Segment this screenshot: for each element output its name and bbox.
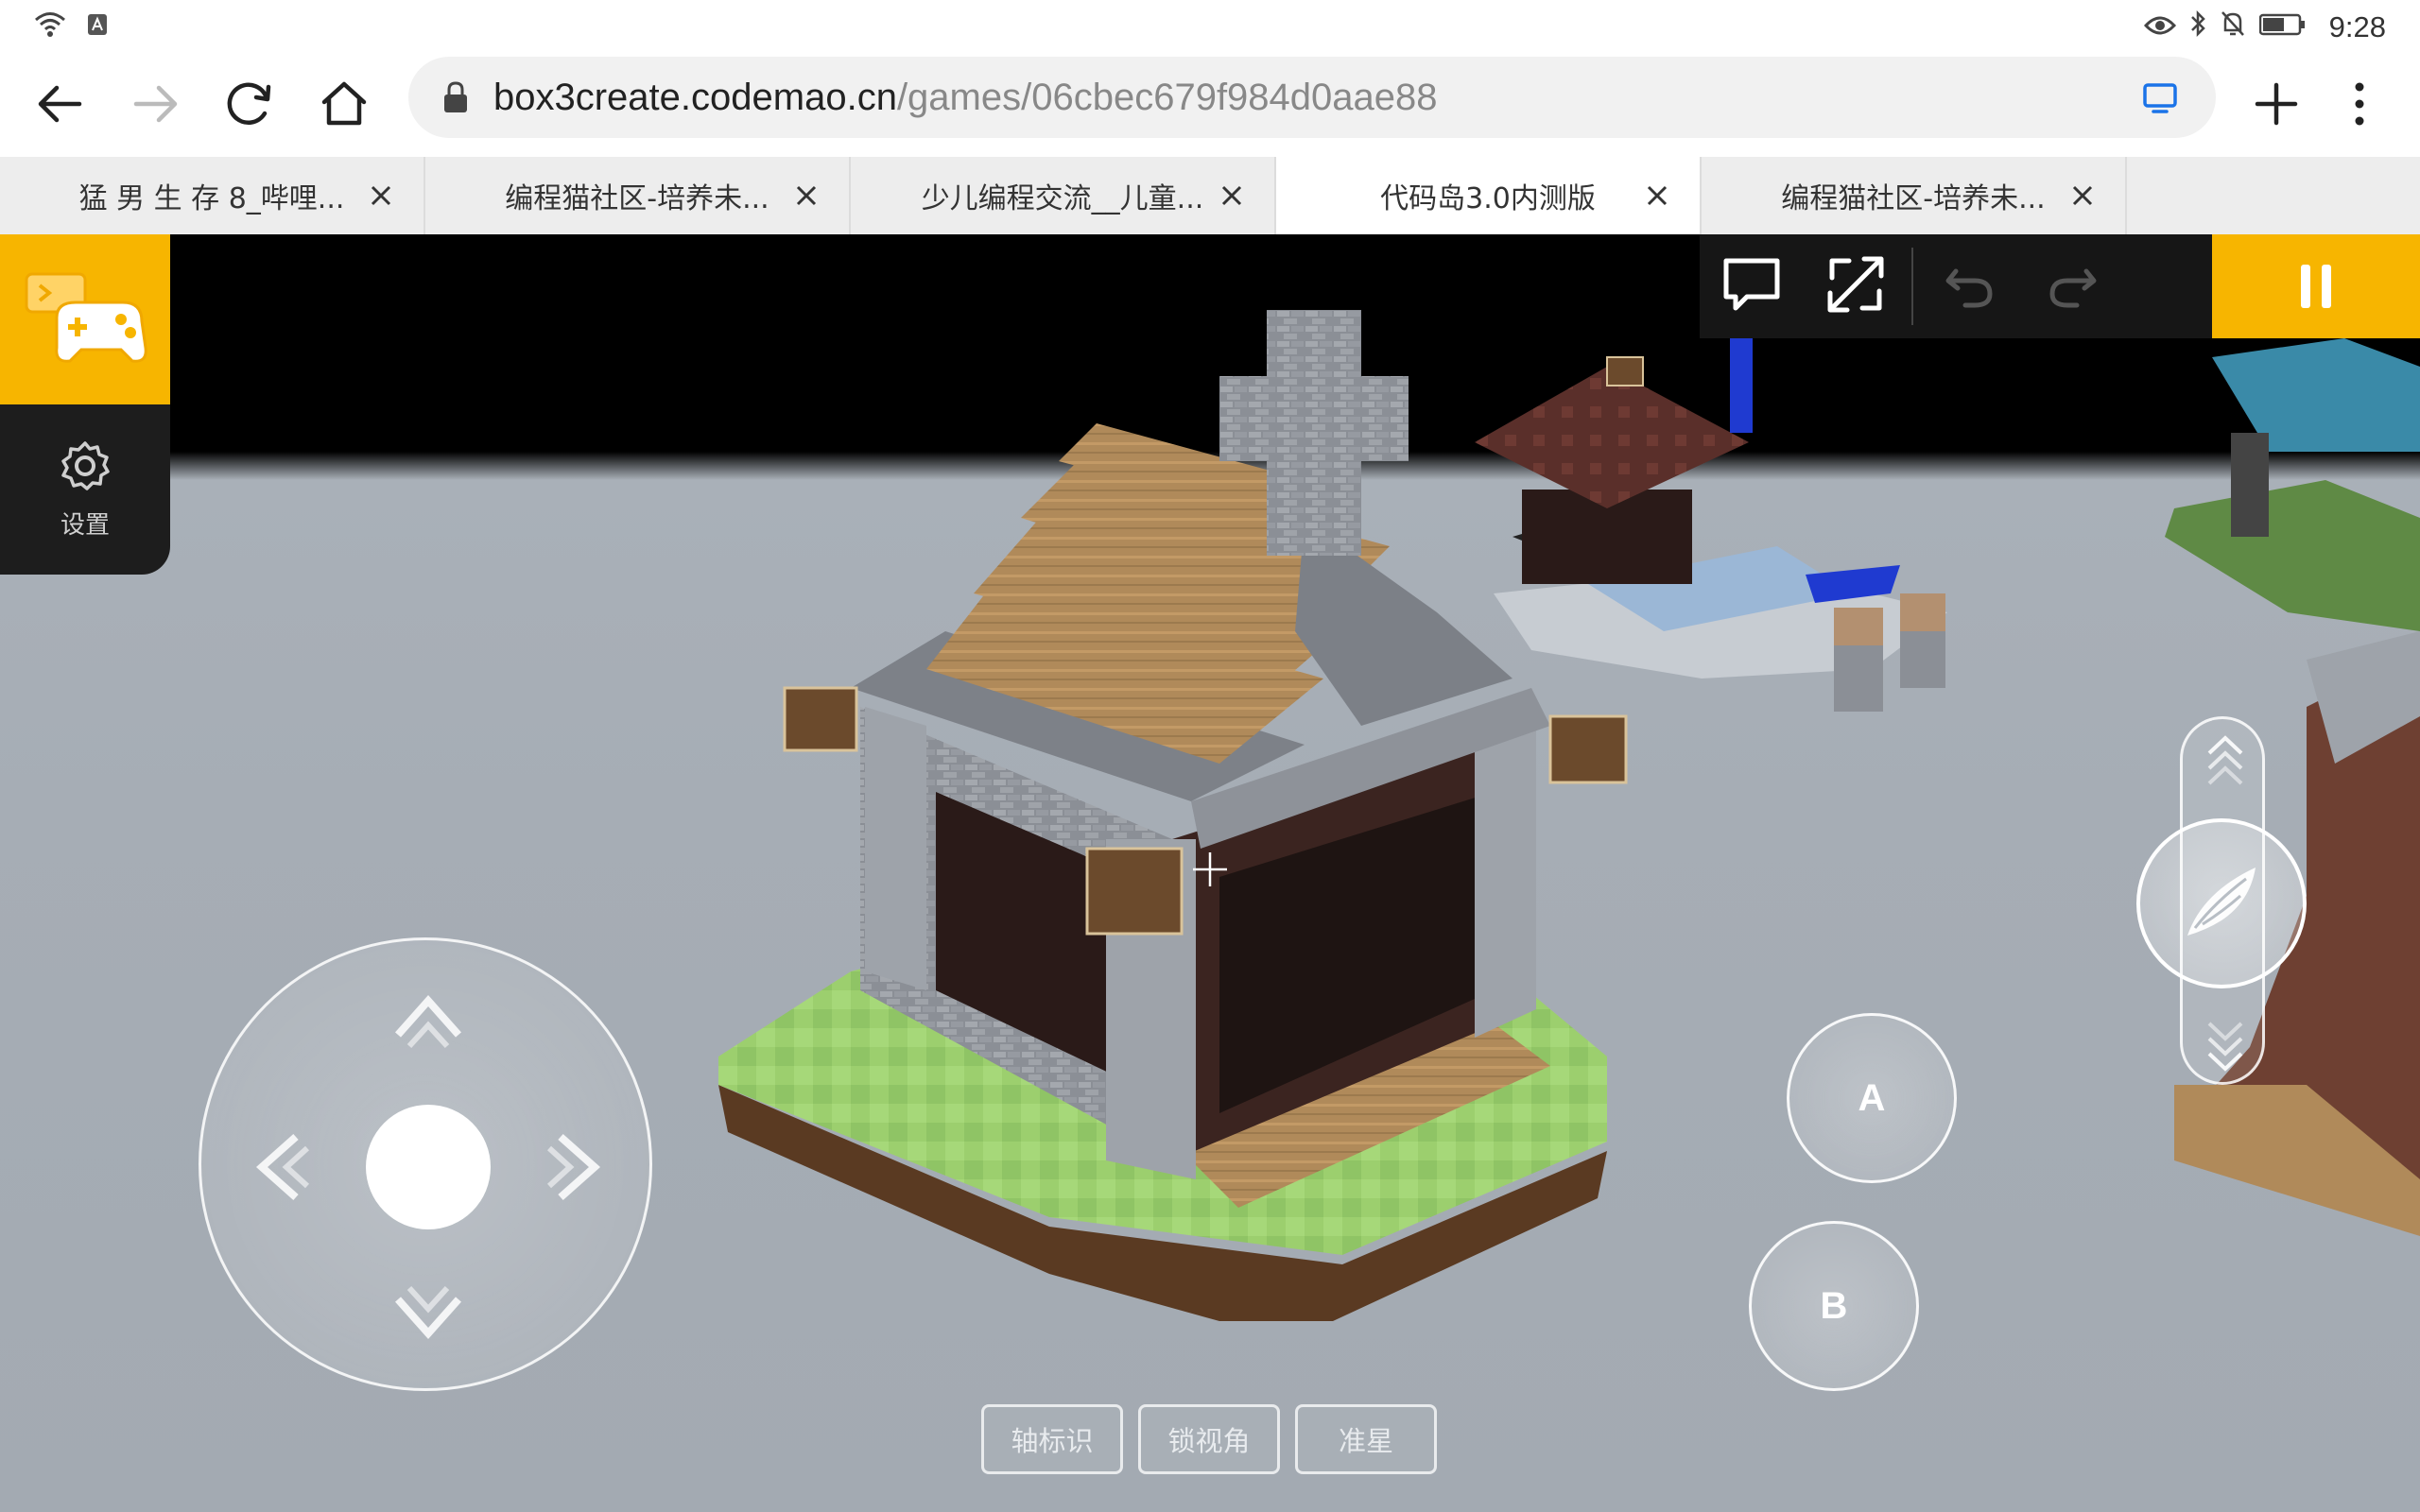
tab-strip: 猛 男 生 存 8_哔哩... 编程猫社区-培养未... 少儿编程交流__儿童.… <box>0 157 2420 234</box>
joystick-knob[interactable] <box>366 1105 491 1229</box>
eye-icon <box>2143 11 2176 44</box>
pagoda-top-block <box>1606 356 1644 387</box>
fly-button[interactable] <box>2136 818 2307 988</box>
crosshair-toggle[interactable]: 准星 <box>1295 1404 1437 1474</box>
keyboard-indicator-icon <box>87 13 108 40</box>
house-pillar <box>1475 726 1536 1038</box>
wifi-icon <box>34 11 66 42</box>
game-viewport[interactable]: 设置 A B 轴标识 锁视角 准星 <box>0 234 2420 1512</box>
more-menu-button[interactable] <box>2322 68 2397 144</box>
chevron-up-icon <box>2207 735 2243 785</box>
back-button[interactable] <box>23 68 98 144</box>
right-island <box>2165 480 2420 631</box>
settings-label: 设置 <box>60 510 110 540</box>
url-text: box3create.codemao.cn/games/06cbec679f98… <box>493 77 1438 119</box>
clock-time: 9:28 <box>2328 10 2386 43</box>
status-left <box>34 11 108 42</box>
far-pillar <box>1900 593 1945 631</box>
more-vertical-icon <box>2350 79 2369 132</box>
far-pillar <box>1834 608 1883 645</box>
pause-button[interactable] <box>2212 234 2420 338</box>
game-toolbar <box>1700 234 2212 338</box>
chevron-right-icon <box>546 1134 601 1200</box>
home-button[interactable] <box>306 68 382 144</box>
arrow-right-icon <box>130 79 180 132</box>
house-pillar <box>865 707 926 990</box>
tab-label: 编程猫社区-培养未... <box>505 182 769 215</box>
url-path: /games/06cbec679f984d0aae88 <box>896 76 1438 118</box>
b-button[interactable]: B <box>1749 1221 1919 1391</box>
undo-icon <box>1943 258 1996 315</box>
tab-codemao-community[interactable]: 编程猫社区-培养未... <box>425 157 851 234</box>
corner-block <box>1085 847 1184 936</box>
toolbar-separator <box>1911 248 1913 325</box>
lock-icon <box>437 78 475 116</box>
tab-bilibili[interactable]: 猛 男 生 存 8_哔哩... <box>0 157 425 234</box>
tab-code-island[interactable]: 代码岛3.0内测版 <box>1276 157 1702 234</box>
corner-block <box>783 686 858 752</box>
arrow-left-icon <box>36 79 85 132</box>
chat-bubble-icon <box>1720 255 1783 318</box>
battery-icon <box>2258 11 2307 44</box>
forward-button[interactable] <box>117 68 193 144</box>
crosshair-icon <box>1193 852 1227 886</box>
chat-button[interactable] <box>1700 234 1804 338</box>
gear-icon <box>59 439 112 496</box>
home-icon <box>320 79 369 132</box>
redo-icon <box>2047 258 2100 315</box>
pause-bar <box>2322 265 2331 308</box>
close-icon[interactable] <box>2065 178 2100 214</box>
right-tree-trunk <box>2231 433 2269 537</box>
chevron-down-icon <box>395 1285 461 1340</box>
tab-label: 猛 男 生 存 8_哔哩... <box>78 182 345 215</box>
settings-button[interactable]: 设置 <box>0 404 170 575</box>
bluetooth-icon <box>2189 9 2206 45</box>
chevron-left-icon <box>255 1134 310 1200</box>
wing-icon <box>2174 854 2269 953</box>
movement-joystick[interactable] <box>199 937 652 1391</box>
expand-icon <box>1826 255 1885 318</box>
game-mode-button[interactable] <box>0 234 170 404</box>
side-panel: 设置 <box>0 234 170 575</box>
pause-bar <box>2301 265 2310 308</box>
pause-icon <box>2295 265 2337 308</box>
tab-kids-coding[interactable]: 少儿编程交流__儿童... <box>851 157 1276 234</box>
a-button[interactable]: A <box>1787 1013 1957 1183</box>
axis-label-toggle[interactable]: 轴标识 <box>981 1404 1123 1474</box>
address-bar[interactable]: box3create.codemao.cn/games/06cbec679f98… <box>408 57 2216 138</box>
mute-icon <box>2220 9 2246 45</box>
gamepad-icon <box>19 261 151 378</box>
browser-toolbar: box3create.codemao.cn/games/06cbec679f98… <box>0 55 2420 157</box>
close-icon[interactable] <box>1214 178 1250 214</box>
pagoda-roof <box>1475 367 1749 508</box>
far-pillar <box>1900 631 1945 688</box>
tab-codemao-community-2[interactable]: 编程猫社区-培养未... <box>1702 157 2127 234</box>
undo-button[interactable] <box>1917 234 2021 338</box>
desktop-mode-icon[interactable] <box>2140 77 2182 119</box>
fullscreen-button[interactable] <box>1804 234 1908 338</box>
roof-cross-arm <box>1219 376 1409 461</box>
redo-button[interactable] <box>2021 234 2125 338</box>
close-icon[interactable] <box>1639 178 1675 214</box>
far-pillar <box>1834 645 1883 712</box>
plus-icon <box>2252 79 2301 132</box>
reload-icon <box>225 79 274 132</box>
reload-button[interactable] <box>212 68 287 144</box>
new-tab-button[interactable] <box>2238 68 2314 144</box>
url-host: box3create.codemao.cn <box>493 76 897 118</box>
corner-block <box>1548 714 1628 784</box>
lock-view-toggle[interactable]: 锁视角 <box>1138 1404 1280 1474</box>
status-bar: 9:28 <box>0 0 2420 55</box>
tab-label: 编程猫社区-培养未... <box>1781 182 2046 215</box>
tab-label: 少儿编程交流__儿童... <box>921 182 1204 215</box>
close-icon[interactable] <box>788 178 824 214</box>
tab-label: 代码岛3.0内测版 <box>1380 182 1596 215</box>
far-banner <box>1730 338 1753 433</box>
chevron-down-icon <box>2207 1022 2243 1072</box>
chevron-up-icon <box>395 994 461 1049</box>
status-right: 9:28 <box>2143 9 2386 45</box>
close-icon[interactable] <box>363 178 399 214</box>
